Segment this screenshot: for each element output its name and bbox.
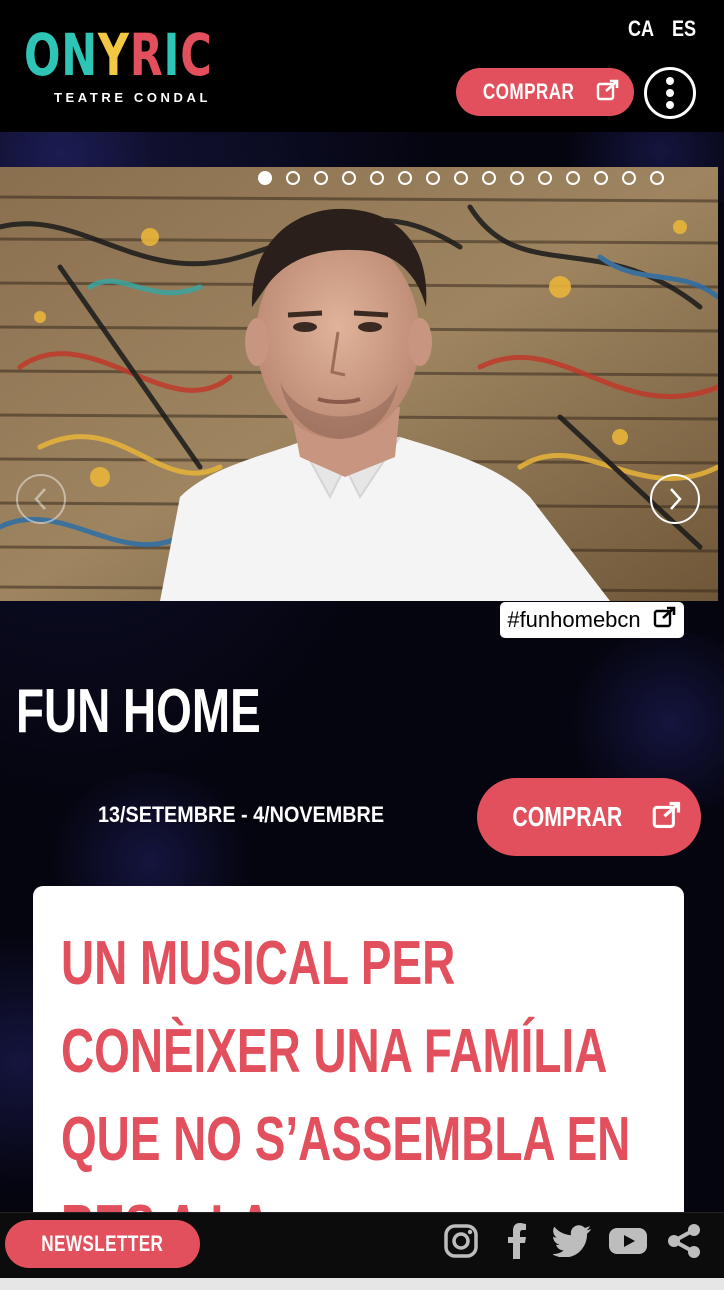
hero-photo xyxy=(0,167,718,601)
more-menu-button[interactable] xyxy=(644,67,696,119)
footer-strip xyxy=(0,1278,724,1290)
external-link-icon xyxy=(653,606,677,634)
carousel-next-button[interactable] xyxy=(650,474,700,524)
carousel-dot[interactable] xyxy=(622,171,636,185)
logo-subtitle: TEATRE CONDAL xyxy=(54,90,212,105)
carousel-dot[interactable] xyxy=(482,171,496,185)
carousel-dot[interactable] xyxy=(258,171,272,185)
buy-tickets-button[interactable]: COMPRAR xyxy=(477,778,701,856)
menu-dot xyxy=(666,77,674,85)
twitter-icon[interactable] xyxy=(552,1222,592,1260)
facebook-icon[interactable] xyxy=(500,1222,534,1260)
onyric-logo[interactable]: ONYRIC TEATRE CONDAL xyxy=(24,22,236,105)
instagram-icon[interactable] xyxy=(442,1222,480,1260)
carousel-dot[interactable] xyxy=(342,171,356,185)
external-link-icon xyxy=(651,801,683,834)
external-link-icon xyxy=(596,79,620,106)
youtube-icon[interactable] xyxy=(608,1222,648,1260)
carousel-dot[interactable] xyxy=(594,171,608,185)
show-dates: 13/SETEMBRE - 4/NOVEMBRE xyxy=(98,802,385,827)
buy-button-label: COMPRAR xyxy=(483,79,575,104)
carousel-dot[interactable] xyxy=(566,171,580,185)
carousel-dot[interactable] xyxy=(398,171,412,185)
logo-wordmark: ONYRIC xyxy=(24,21,213,89)
carousel-dot[interactable] xyxy=(314,171,328,185)
tagline-card: UN MUSICAL PER CONÈIXER UNA FAMÍLIA QUE … xyxy=(33,886,684,1226)
show-tagline: UN MUSICAL PER CONÈIXER UNA FAMÍLIA QUE … xyxy=(61,929,631,1226)
hashtag-link[interactable]: #funhomebcn xyxy=(500,602,684,638)
show-title: FUN HOME xyxy=(16,677,261,746)
menu-dot xyxy=(666,101,674,109)
menu-dot xyxy=(666,89,674,97)
carousel-pagination xyxy=(258,171,664,185)
site-header: ONYRIC TEATRE CONDAL CA ES COMPRAR xyxy=(0,0,724,132)
carousel-dot[interactable] xyxy=(650,171,664,185)
carousel-dot[interactable] xyxy=(510,171,524,185)
hero-carousel[interactable] xyxy=(0,167,718,601)
hashtag-label: #funhomebcn xyxy=(507,607,641,632)
newsletter-button[interactable]: NEWSLETTER xyxy=(5,1220,200,1268)
carousel-dot[interactable] xyxy=(370,171,384,185)
share-icon[interactable] xyxy=(664,1222,704,1260)
carousel-dot[interactable] xyxy=(454,171,468,185)
lang-es[interactable]: ES xyxy=(672,16,696,42)
buy-button-label: COMPRAR xyxy=(512,801,622,832)
lang-ca[interactable]: CA xyxy=(628,16,654,42)
carousel-dot[interactable] xyxy=(286,171,300,185)
carousel-dot[interactable] xyxy=(426,171,440,185)
chevron-left-icon xyxy=(34,488,46,510)
carousel-dot[interactable] xyxy=(538,171,552,185)
buy-button-header[interactable]: COMPRAR xyxy=(456,68,634,116)
newsletter-label: NEWSLETTER xyxy=(41,1231,164,1256)
carousel-prev-button[interactable] xyxy=(16,474,66,524)
chevron-right-icon xyxy=(670,488,682,510)
